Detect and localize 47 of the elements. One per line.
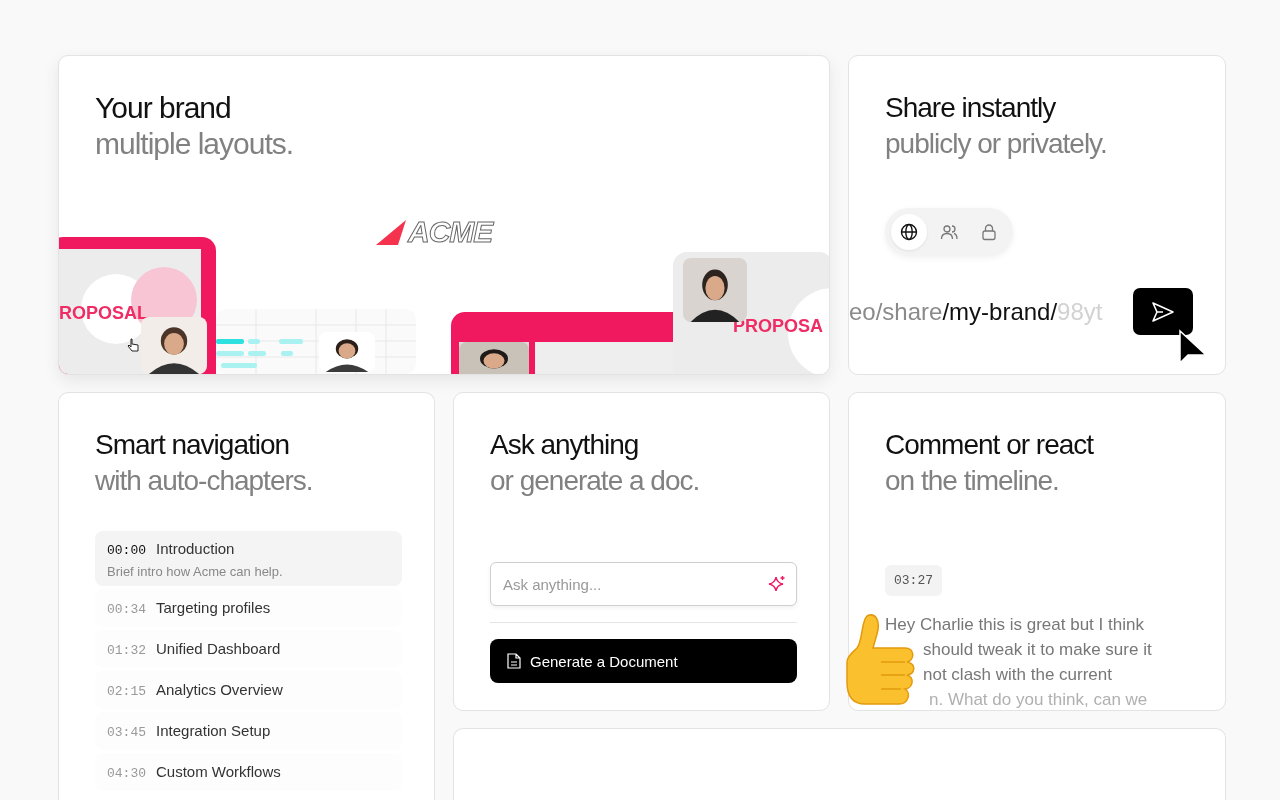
card-subtitle: on the timeline. xyxy=(885,464,1060,498)
logo-icon xyxy=(376,219,406,245)
send-button[interactable] xyxy=(1133,288,1193,335)
chapter-time: 04:30 xyxy=(107,766,146,781)
lock-icon xyxy=(980,223,998,241)
chapter-title: Targeting profiles xyxy=(156,599,271,616)
avatar xyxy=(141,317,207,374)
comment-text: should tweak it to make sure it xyxy=(923,639,1152,661)
card-subtitle: publicly or privately. xyxy=(885,127,1108,161)
comment-timestamp: 03:27 xyxy=(885,565,942,596)
comment-text: Hey Charlie this is great but I think xyxy=(885,614,1144,636)
sparkle-icon xyxy=(768,575,786,593)
chapter-time: 00:34 xyxy=(107,602,146,617)
slide-title: ROPOSAL xyxy=(59,303,148,323)
generate-document-button[interactable]: Generate a Document xyxy=(490,639,797,683)
chapter-time: 01:32 xyxy=(107,643,146,658)
chapter-title: Analytics Overview xyxy=(156,681,283,698)
card-title: Share instantly xyxy=(885,91,1057,125)
card-subtitle: with auto-chapters. xyxy=(95,464,314,498)
chapter-time: 03:45 xyxy=(107,725,146,740)
card-title: Ask anything xyxy=(490,428,640,462)
chapter-title: Custom Workflows xyxy=(156,763,281,780)
chapter-item[interactable]: 00:00 Introduction Brief intro how Acme can help. xyxy=(95,531,402,586)
people-icon xyxy=(940,223,958,241)
card-subtitle: multiple layouts. xyxy=(95,126,295,162)
slide-title: PROPOSA xyxy=(733,316,824,336)
chapter-title: Unified Dashboard xyxy=(156,640,281,657)
logo-text: ACME xyxy=(408,217,493,247)
chapter-time: 02:15 xyxy=(107,684,146,699)
document-icon xyxy=(507,653,521,669)
hand-pointer-icon xyxy=(127,338,139,352)
chapter-time: 00:00 xyxy=(107,543,146,558)
avatar xyxy=(319,332,375,372)
visibility-option[interactable] xyxy=(891,214,927,250)
comment-text: n. What do you think, can we xyxy=(929,689,1148,711)
avatar xyxy=(459,342,529,374)
globe-icon xyxy=(900,223,918,241)
comment-text: not clash with the current xyxy=(923,664,1112,686)
chapter-description: Brief intro how Acme can help. xyxy=(107,564,284,579)
ask-field[interactable]: Ask anything... xyxy=(490,562,797,606)
chapter-title: Introduction xyxy=(156,540,235,557)
card-title: Your brand xyxy=(95,90,232,126)
card-title: Smart navigation xyxy=(95,428,291,462)
send-icon xyxy=(1151,300,1175,323)
card-title: Comment or react xyxy=(885,428,1095,462)
chapter-title: Integration Setup xyxy=(156,722,271,739)
card-subtitle: or generate a doc. xyxy=(490,464,701,498)
